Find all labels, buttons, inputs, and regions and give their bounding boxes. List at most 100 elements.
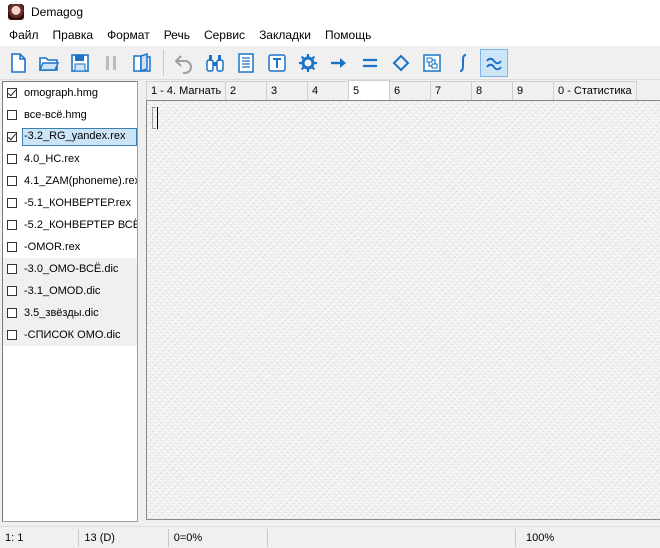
approx-icon — [486, 57, 502, 70]
title-bar: Demagog — [0, 0, 660, 24]
file-checkbox[interactable] — [7, 264, 17, 274]
file-list-item[interactable]: все-всё.hmg — [3, 104, 137, 126]
pause-button[interactable] — [97, 49, 125, 77]
window-title: Demagog — [31, 5, 84, 19]
page-button[interactable] — [232, 49, 260, 77]
find-button[interactable] — [201, 49, 229, 77]
tab-7[interactable]: 7 — [430, 81, 472, 100]
file-label[interactable]: -5.2_КОНВЕРТЕР ВСЁ. — [22, 218, 137, 232]
menu-speech[interactable]: Речь — [157, 28, 197, 42]
integral-button[interactable] — [449, 49, 477, 77]
text-button[interactable] — [263, 49, 291, 77]
convert-icon — [423, 53, 441, 72]
file-checkbox[interactable] — [7, 220, 17, 230]
menu-bookmarks[interactable]: Закладки — [252, 28, 318, 42]
file-label[interactable]: все-всё.hmg — [22, 108, 89, 122]
file-list-item[interactable]: 3.5_звёзды.dic — [3, 302, 137, 324]
file-list-item[interactable]: 4.1_ZAM(phoneme).rex — [3, 170, 137, 192]
text-caret — [157, 107, 158, 129]
file-label[interactable]: 4.1_ZAM(phoneme).rex — [22, 174, 137, 188]
tab-10[interactable]: 0 - Статистика — [553, 81, 637, 100]
file-label[interactable]: -3.0_ОМО-ВСЁ.dic — [22, 262, 120, 276]
new-document-button[interactable] — [4, 49, 32, 77]
status-count: 13 (D) — [79, 528, 169, 547]
file-label[interactable]: -OMOR.rex — [22, 240, 82, 254]
open-folder-icon — [38, 56, 60, 71]
file-checkbox[interactable] — [7, 330, 17, 340]
tab-1[interactable]: 1 - 4. Магнать — [146, 81, 226, 100]
menu-bar: Файл Правка Формат Речь Сервис Закладки … — [0, 24, 660, 46]
tab-5[interactable]: 5 — [348, 80, 390, 100]
file-list-item[interactable]: 4.0_НС.rex — [3, 148, 137, 170]
file-list-item[interactable]: -OMOR.rex — [3, 236, 137, 258]
page-lines-icon — [238, 52, 254, 73]
undo-button[interactable] — [170, 49, 198, 77]
file-list-item[interactable]: -СПИСОК ОМО.dic — [3, 324, 137, 346]
approx-button[interactable] — [480, 48, 508, 77]
settings-button[interactable] — [294, 49, 322, 77]
undo-icon — [174, 54, 192, 74]
file-label[interactable]: -3.1_OMOD.dic — [22, 284, 102, 298]
file-list: omograph.hmg все-всё.hmg -3.2_RG_yandex.re… — [2, 81, 138, 522]
status-bar: 1: 1 13 (D) 0=0% 100% — [0, 526, 660, 548]
menu-help[interactable]: Помощь — [318, 28, 378, 42]
file-label[interactable]: omograph.hmg — [22, 86, 100, 100]
tab-9[interactable]: 9 — [512, 81, 554, 100]
menu-service[interactable]: Сервис — [197, 28, 252, 42]
convert-button[interactable] — [418, 49, 446, 77]
status-position: 1: 1 — [0, 528, 80, 547]
file-checkbox[interactable] — [7, 176, 17, 186]
app-icon — [8, 4, 24, 20]
file-list-item[interactable]: -5.2_КОНВЕРТЕР ВСЁ. — [3, 214, 137, 236]
book-icon — [133, 52, 151, 72]
file-label[interactable]: 4.0_НС.rex — [22, 152, 82, 166]
file-label[interactable]: -5.1_КОНВЕРТЕР.rex — [22, 196, 133, 210]
diamond-icon — [392, 54, 410, 71]
file-checkbox[interactable] — [7, 242, 17, 252]
diamond-button[interactable] — [387, 49, 415, 77]
file-list-item[interactable]: -3.2_RG_yandex.rex — [3, 126, 137, 148]
save-button[interactable] — [66, 49, 94, 77]
status-zoom: 100% — [526, 531, 555, 544]
file-checkbox[interactable] — [7, 132, 17, 142]
binoculars-icon — [206, 54, 224, 72]
status-ratio: 0=0% — [169, 528, 268, 547]
toolbar-separator — [163, 49, 164, 76]
file-label[interactable]: -СПИСОК ОМО.dic — [22, 328, 123, 342]
file-list-item[interactable]: -3.0_ОМО-ВСЁ.dic — [3, 258, 137, 280]
file-checkbox[interactable] — [7, 286, 17, 296]
toolbar — [0, 46, 660, 80]
page-tabs: 1 - 4. Магнать 2 3 4 5 6 7 8 9 0 - Статистика — [146, 80, 660, 100]
integral-icon — [459, 53, 467, 72]
save-icon — [71, 53, 89, 72]
file-list-item[interactable]: -3.1_OMOD.dic — [3, 280, 137, 302]
pause-icon — [106, 55, 116, 70]
file-checkbox[interactable] — [7, 110, 17, 120]
file-list-item[interactable]: omograph.hmg — [3, 82, 137, 104]
text-editor[interactable] — [146, 100, 660, 520]
file-checkbox[interactable] — [7, 308, 17, 318]
file-checkbox[interactable] — [7, 88, 17, 98]
tab-4[interactable]: 4 — [307, 81, 349, 100]
gear-icon — [299, 53, 317, 72]
book-button[interactable] — [128, 49, 156, 77]
equals-button[interactable] — [356, 49, 384, 77]
menu-format[interactable]: Формат — [100, 28, 157, 42]
file-label[interactable]: 3.5_звёзды.dic — [22, 306, 101, 320]
file-checkbox[interactable] — [7, 198, 17, 208]
file-list-item[interactable]: -5.1_КОНВЕРТЕР.rex — [3, 192, 137, 214]
file-label[interactable]: -3.2_RG_yandex.rex — [22, 128, 137, 146]
tab-8[interactable]: 8 — [471, 81, 513, 100]
file-checkbox[interactable] — [7, 154, 17, 164]
equals-icon — [363, 58, 377, 67]
forward-button[interactable] — [325, 49, 353, 77]
tab-3[interactable]: 3 — [266, 81, 308, 100]
open-button[interactable] — [35, 49, 63, 77]
tab-2[interactable]: 2 — [225, 81, 267, 100]
menu-file[interactable]: Файл — [0, 28, 46, 42]
menu-edit[interactable]: Правка — [46, 28, 101, 42]
arrow-right-icon — [331, 57, 346, 68]
new-document-icon — [11, 52, 26, 73]
tab-6[interactable]: 6 — [389, 81, 431, 100]
text-t-icon — [268, 53, 286, 72]
